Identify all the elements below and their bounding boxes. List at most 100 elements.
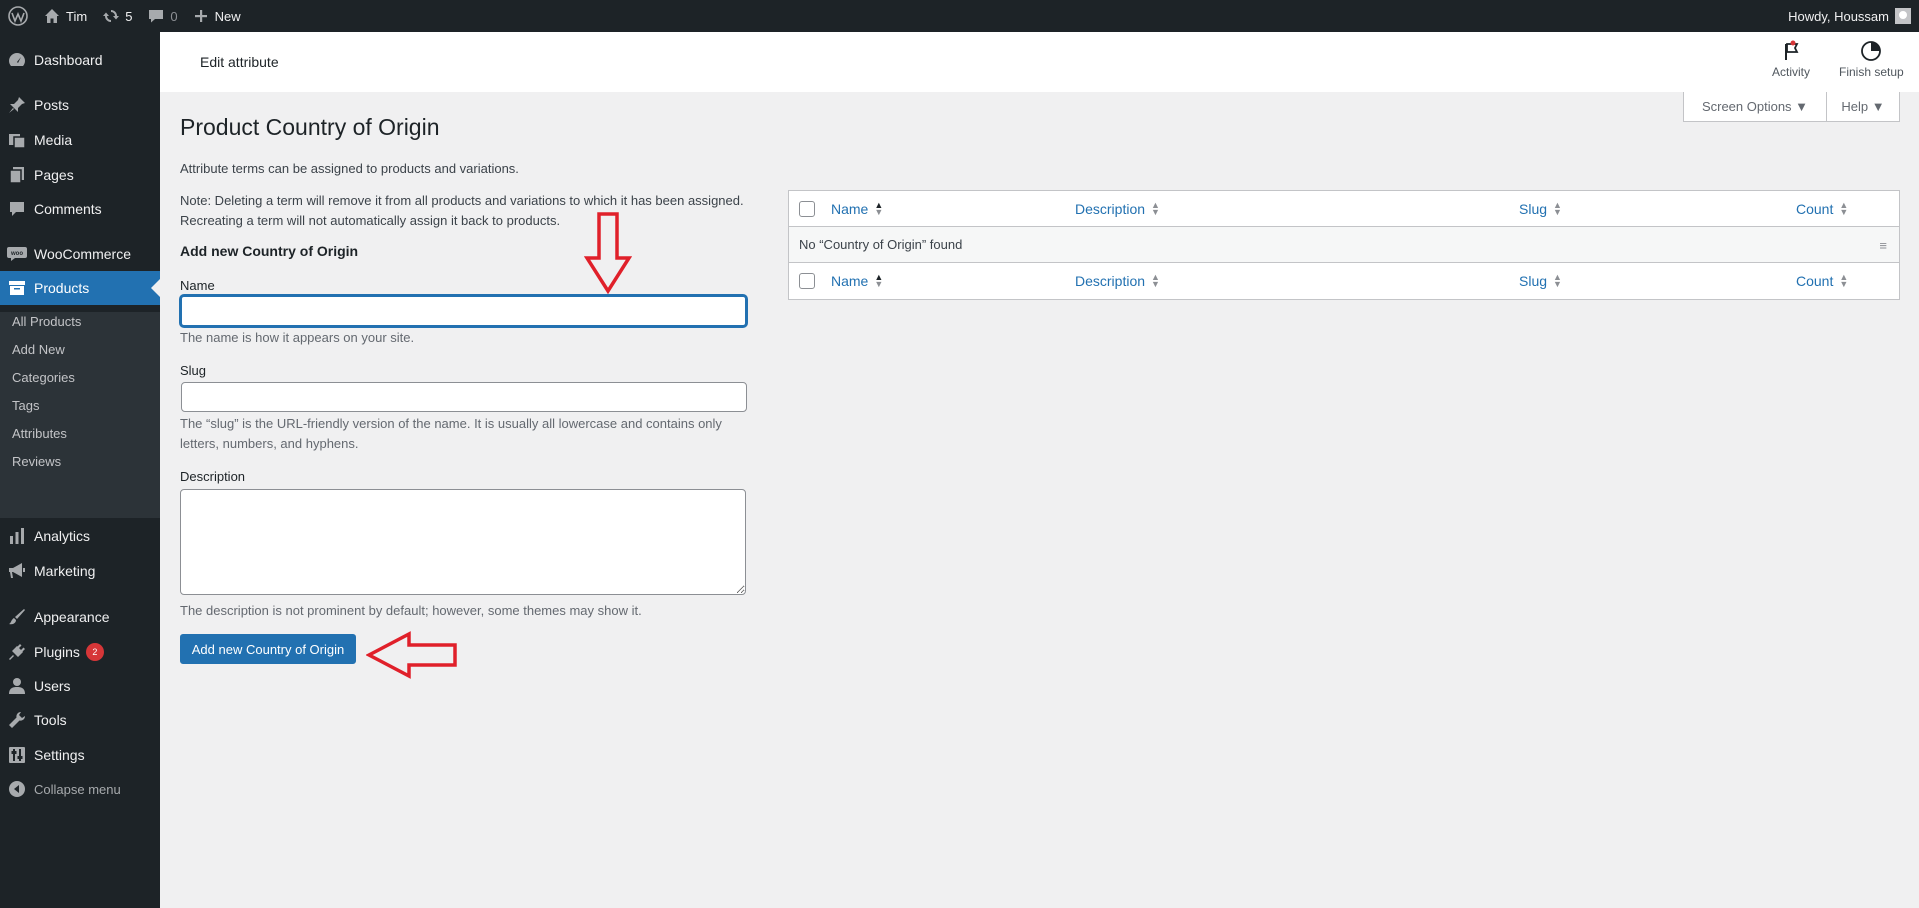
note-text-line2: Recreating a term will not automatically… [180,213,561,228]
activity-label: Activity [1772,65,1811,79]
slug-input[interactable] [181,382,747,412]
sort-arrows-icon: ▲ ▼ [1839,200,1849,217]
finish-setup-label: Finish setup [1839,65,1904,79]
megaphone-icon [0,562,34,580]
menu-pages[interactable]: Pages [0,158,160,192]
menu-label: Settings [34,747,85,763]
my-account-link[interactable]: Howdy, Houssam [1780,0,1919,32]
menu-media[interactable]: Media [0,123,160,157]
column-description-sort[interactable]: Description ▲ ▼ [1075,200,1160,218]
sort-arrows-icon: ▲ ▼ [1839,272,1849,289]
updates-count: 5 [125,8,133,24]
archive-icon [0,279,34,297]
wordpress-logo-icon[interactable] [0,0,36,32]
submenu-tags[interactable]: Tags [12,398,39,413]
submenu-add-new[interactable]: Add New [12,342,65,357]
dashboard-icon [0,51,34,69]
wrench-icon [0,711,34,729]
add-term-button[interactable]: Add new Country of Origin [180,634,356,664]
column-name-sort[interactable]: Name ▲ ▼ [831,200,884,218]
column-header-name: Name [831,201,869,217]
menu-plugins[interactable]: Plugins 2 [0,635,160,669]
table-footer-row: Name ▲ ▼ Description ▲ ▼ Slug ▲ ▼ Count ▲ ▼ [789,263,1899,299]
collapse-menu-button[interactable]: Collapse menu [0,772,160,806]
description-label: Description [180,469,246,484]
note-text-line1: Note: Deleting a term will remove it fro… [180,193,744,208]
comment-icon [0,200,34,218]
menu-appearance[interactable]: Appearance [0,600,160,634]
new-content-link[interactable]: New [186,0,249,32]
sliders-icon [0,746,34,764]
menu-users[interactable]: Users [0,669,160,703]
activity-button[interactable]: Activity [1772,40,1810,79]
column-slug-sort[interactable]: Slug ▲ ▼ [1519,200,1562,218]
site-name: Tim [66,8,88,24]
table-empty-row: No “Country of Origin” found ≡ [789,227,1899,263]
screen-options-button[interactable]: Screen Options ▼ [1683,92,1827,122]
menu-analytics[interactable]: Analytics [0,519,160,553]
intro-text: Attribute terms can be assigned to produ… [180,161,519,176]
column-footer-count: Count [1796,273,1834,289]
greeting: Howdy, Houssam [1788,8,1889,24]
menu-dashboard[interactable]: Dashboard [0,43,160,77]
name-label: Name [180,278,215,293]
column-count-sort[interactable]: Count ▲ ▼ [1796,200,1849,218]
select-all-checkbox[interactable] [799,201,815,217]
description-hint: The description is not prominent by defa… [180,603,642,618]
name-input[interactable] [180,295,747,327]
annotation-left-arrow-icon [366,631,457,679]
menu-comments[interactable]: Comments [0,192,160,226]
sort-arrows-icon: ▲ ▼ [1553,200,1562,217]
empty-message: No “Country of Origin” found [799,237,963,252]
menu-label: Users [34,678,71,694]
menu-label: Tools [34,712,67,728]
admin-sidebar: Dashboard Posts Media Pages Comments woo… [0,32,160,908]
column-slug-sort-footer[interactable]: Slug ▲ ▼ [1519,273,1562,290]
menu-woocommerce[interactable]: woo WooCommerce [0,237,160,271]
menu-settings[interactable]: Settings [0,738,160,772]
form-heading: Add new Country of Origin [180,243,359,259]
column-name-sort-footer[interactable]: Name ▲ ▼ [831,272,884,290]
submenu-all-products[interactable]: All Products [12,314,81,329]
submenu-reviews[interactable]: Reviews [12,454,61,469]
menu-posts[interactable]: Posts [0,88,160,122]
sort-arrows-icon: ▲ ▼ [874,200,884,217]
description-textarea[interactable] [180,489,746,595]
admin-bar: Tim 5 0 New Howdy, Houssam [0,0,1919,32]
column-header-description: Description [1075,201,1146,217]
name-hint: The name is how it appears on your site. [180,330,415,345]
menu-label: Appearance [34,609,110,625]
menu-label: Posts [34,97,70,113]
pages-icon [0,166,34,184]
site-name-link[interactable]: Tim [36,0,95,32]
updates-link[interactable]: 5 [95,0,140,32]
menu-label: Analytics [34,528,91,544]
sort-arrows-icon: ▲ ▼ [1151,200,1160,217]
help-button[interactable]: Help ▼ [1826,92,1900,122]
menu-marketing[interactable]: Marketing [0,554,160,588]
bar-chart-icon [0,527,34,545]
select-all-checkbox-footer[interactable] [799,273,815,289]
media-icon [0,131,34,149]
page-title: Product Country of Origin [180,114,440,140]
column-footer-description: Description [1075,273,1146,289]
submenu-attributes[interactable]: Attributes [12,426,67,441]
column-footer-slug: Slug [1519,273,1548,289]
menu-tools[interactable]: Tools [0,703,160,737]
comment-icon [149,10,164,23]
finish-setup-button[interactable]: Finish setup [1839,40,1904,79]
products-submenu: All Products Add New Categories Tags Att… [0,312,160,518]
avatar [1895,8,1911,24]
submenu-categories[interactable]: Categories [12,370,75,385]
column-count-sort-footer[interactable]: Count ▲ ▼ [1796,272,1849,290]
column-description-sort-footer[interactable]: Description ▲ ▼ [1075,273,1160,290]
column-header-count: Count [1796,201,1834,217]
header-title: Edit attribute [200,54,279,70]
comments-link[interactable]: 0 [140,0,185,32]
menu-label: WooCommerce [34,246,131,262]
new-label: New [214,8,241,24]
menu-label: Plugins [34,644,80,660]
home-icon [45,9,59,23]
menu-products[interactable]: Products [0,271,160,305]
sort-arrows-icon: ▲ ▼ [874,272,884,289]
